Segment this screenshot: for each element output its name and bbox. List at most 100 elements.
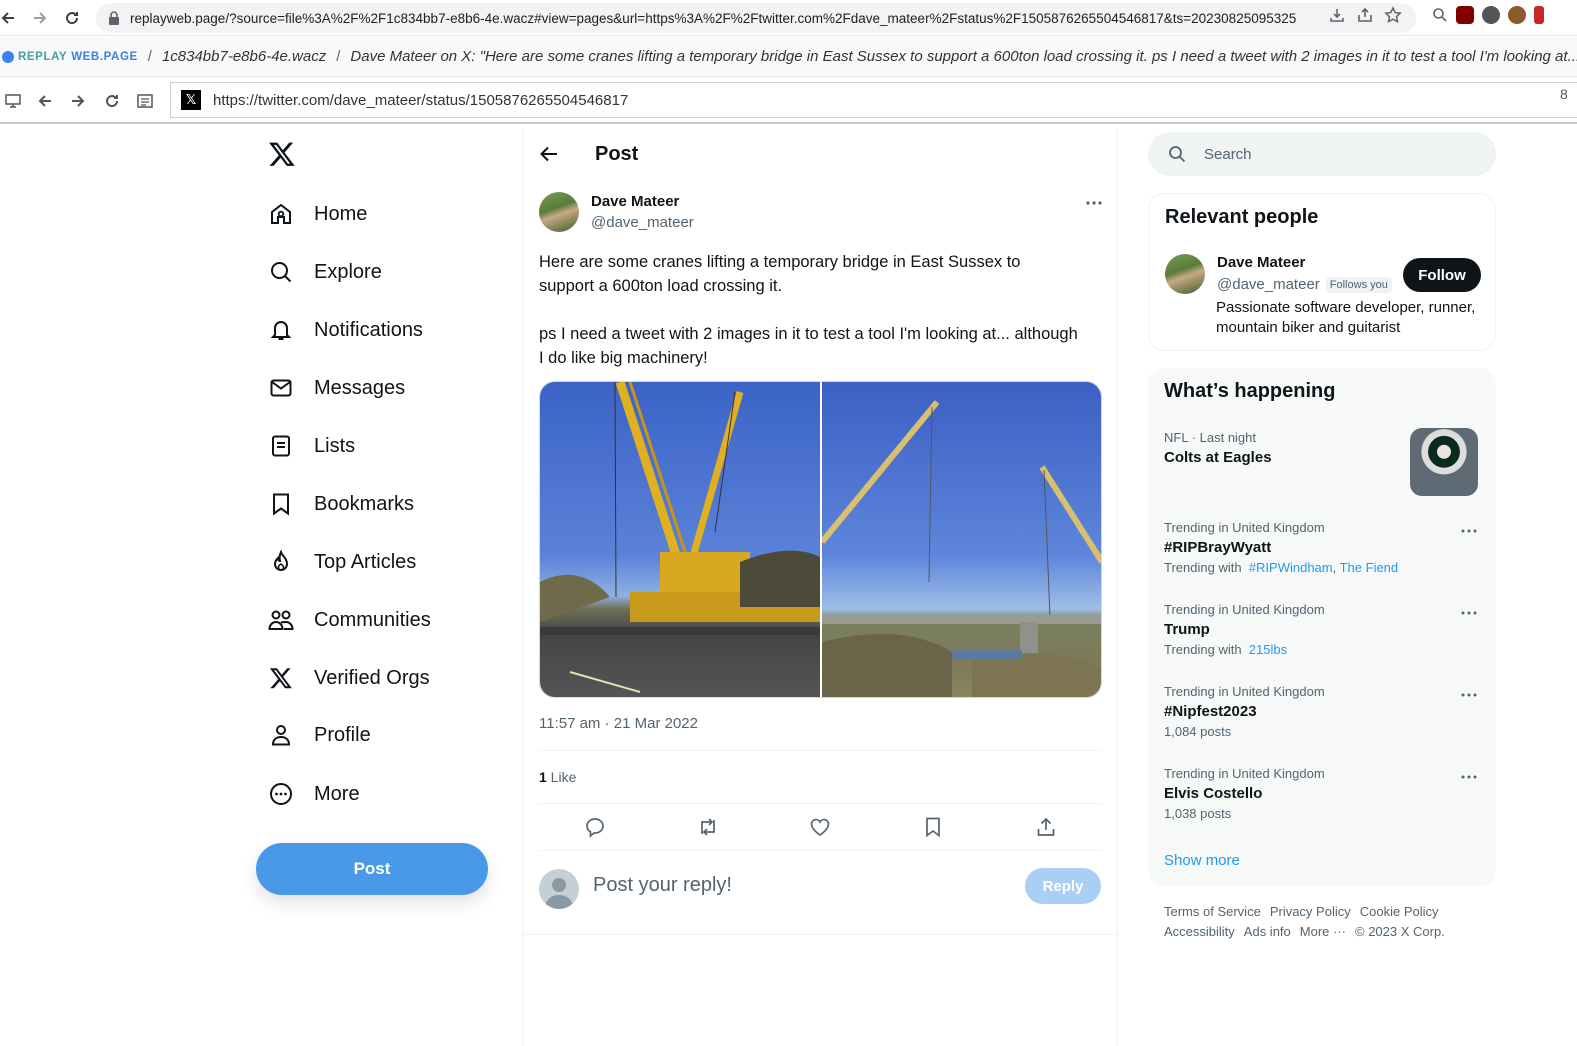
desktop-icon[interactable] xyxy=(0,84,30,118)
footer-link[interactable]: Privacy Policy xyxy=(1270,904,1351,919)
reply-input[interactable]: Post your reply! xyxy=(593,874,732,897)
replay-reload-icon[interactable] xyxy=(95,84,129,118)
reply-icon[interactable] xyxy=(584,816,606,838)
browser-reload-icon[interactable] xyxy=(58,4,86,32)
share-icon[interactable] xyxy=(1356,6,1374,24)
copyright: © 2023 X Corp. xyxy=(1355,924,1445,939)
zoom-icon[interactable] xyxy=(1432,7,1448,23)
search-input[interactable]: Search xyxy=(1148,132,1496,176)
ublock-extension-icon[interactable] xyxy=(1456,6,1474,24)
crane-photo-1[interactable] xyxy=(540,382,820,697)
reply-button[interactable]: Reply xyxy=(1025,868,1101,904)
post-timestamp[interactable]: 11:57 am · 21 Mar 2022 xyxy=(539,715,698,732)
bookmark-icon[interactable] xyxy=(922,816,944,838)
divider xyxy=(539,850,1102,851)
nav-item-bookmarks[interactable]: Bookmarks xyxy=(268,484,414,524)
tweet-media xyxy=(539,381,1102,698)
right-sidebar: Search Relevant people Dave Mateer @dave… xyxy=(1148,126,1498,1046)
footer-link[interactable]: More ··· xyxy=(1300,924,1346,939)
nav-item-lists[interactable]: Lists xyxy=(268,426,355,466)
back-arrow-icon[interactable] xyxy=(539,144,561,166)
follows-you-badge: Follows you xyxy=(1325,276,1392,293)
replay-back-icon[interactable] xyxy=(28,84,62,118)
x-icon xyxy=(268,665,294,691)
trend-item[interactable]: Trending in United Kingdom Elvis Costell… xyxy=(1164,766,1480,821)
nav-label: Verified Orgs xyxy=(314,666,430,689)
more-options-icon[interactable] xyxy=(1085,194,1103,212)
download-icon[interactable] xyxy=(1328,6,1346,24)
extension-icon[interactable] xyxy=(1482,6,1500,24)
person-icon xyxy=(268,722,294,748)
nav-item-explore[interactable]: Explore xyxy=(268,252,382,292)
nav-item-verified-orgs[interactable]: Verified Orgs xyxy=(268,658,430,698)
x-logo-icon[interactable] xyxy=(268,140,298,170)
extension-icon[interactable] xyxy=(1508,6,1526,24)
like-count[interactable]: 1 Like xyxy=(539,769,576,785)
page-info-icon[interactable] xyxy=(128,84,162,118)
primary-nav: Home Explore Notifications Messages List… xyxy=(256,126,522,1046)
nav-item-messages[interactable]: Messages xyxy=(268,368,405,408)
trend-thumbnail[interactable] xyxy=(1410,428,1478,496)
replay-url-field[interactable]: 𝕏 https://twitter.com/dave_mateer/status… xyxy=(170,82,1577,118)
trend-item[interactable]: Trending in United Kingdom Trump Trendin… xyxy=(1164,602,1480,657)
footer-link[interactable]: Terms of Service xyxy=(1164,904,1261,919)
breadcrumb-archive[interactable]: 1c834bb7-e8b6-4e.wacz xyxy=(162,48,326,65)
trend-link[interactable]: #RIPWindham xyxy=(1249,560,1333,575)
person-name[interactable]: Dave Mateer xyxy=(1217,254,1305,271)
address-bar[interactable]: replayweb.page/?source=file%3A%2F%2F1c83… xyxy=(96,3,1416,33)
trend-name: #RIPBrayWyatt xyxy=(1164,539,1272,556)
extension-icon[interactable] xyxy=(1534,6,1544,24)
footer-link[interactable]: Accessibility xyxy=(1164,924,1235,939)
author-avatar[interactable] xyxy=(539,192,579,232)
footer-link[interactable]: Cookie Policy xyxy=(1360,904,1439,919)
trend-item[interactable]: Trending in United Kingdom #RIPBrayWyatt… xyxy=(1164,520,1480,575)
trend-more-icon[interactable] xyxy=(1460,604,1478,622)
trend-item[interactable]: Trending in United Kingdom #Nipfest2023 … xyxy=(1164,684,1480,739)
replay-logo[interactable]: REPLAY WEB.PAGE xyxy=(0,50,138,63)
replay-logo-icon xyxy=(2,50,14,63)
footer-link[interactable]: Ads info xyxy=(1244,924,1291,939)
post-detail-column: Post Dave Mateer @dave_mateer Here are s… xyxy=(522,126,1119,1046)
trend-post-count: 1,084 posts xyxy=(1164,724,1232,739)
star-icon[interactable] xyxy=(1384,6,1402,24)
post-action-bar xyxy=(539,812,1102,842)
crane-photo-2[interactable] xyxy=(821,382,1101,697)
person-avatar[interactable] xyxy=(1165,254,1205,294)
trend-more-icon[interactable] xyxy=(1460,522,1478,540)
more-circle-icon xyxy=(268,781,294,807)
nav-item-top-articles[interactable]: Top Articles xyxy=(268,542,416,582)
nav-item-notifications[interactable]: Notifications xyxy=(268,310,423,350)
trend-link[interactable]: The Fiend xyxy=(1340,560,1399,575)
nav-label: Home xyxy=(314,202,368,225)
nav-item-communities[interactable]: Communities xyxy=(268,600,431,640)
post-button[interactable]: Post xyxy=(256,843,488,895)
nav-item-more[interactable]: More xyxy=(268,774,360,814)
author-name[interactable]: Dave Mateer xyxy=(591,193,679,210)
divider xyxy=(523,934,1119,935)
divider xyxy=(539,803,1102,804)
nav-item-home[interactable]: Home xyxy=(268,194,367,234)
lock-icon xyxy=(108,11,120,25)
browser-back-icon[interactable] xyxy=(0,4,22,32)
repost-icon[interactable] xyxy=(697,816,719,838)
home-icon xyxy=(268,201,294,227)
trend-meta: Trending in United Kingdom xyxy=(1164,602,1325,617)
user-avatar[interactable] xyxy=(539,869,579,909)
tweet-text: Here are some cranes lifting a temporary… xyxy=(539,250,1079,370)
nav-item-profile[interactable]: Profile xyxy=(268,715,371,755)
breadcrumb-page-title: Dave Mateer on X: "Here are some cranes … xyxy=(350,48,1577,65)
browser-forward-icon[interactable] xyxy=(26,4,54,32)
nav-label: More xyxy=(314,782,360,805)
trend-name: Elvis Costello xyxy=(1164,785,1263,802)
trend-more-icon[interactable] xyxy=(1460,686,1478,704)
trend-link[interactable]: 215lbs xyxy=(1249,642,1287,657)
person-handle[interactable]: @dave_mateer xyxy=(1217,276,1320,293)
whats-happening-title: What’s happening xyxy=(1164,380,1336,402)
show-more-link[interactable]: Show more xyxy=(1164,852,1240,869)
author-handle[interactable]: @dave_mateer xyxy=(591,214,694,231)
follow-button[interactable]: Follow xyxy=(1403,258,1481,292)
trend-more-icon[interactable] xyxy=(1460,768,1478,786)
replay-forward-icon[interactable] xyxy=(61,84,95,118)
heart-icon[interactable] xyxy=(809,816,831,838)
share-icon[interactable] xyxy=(1035,816,1057,838)
